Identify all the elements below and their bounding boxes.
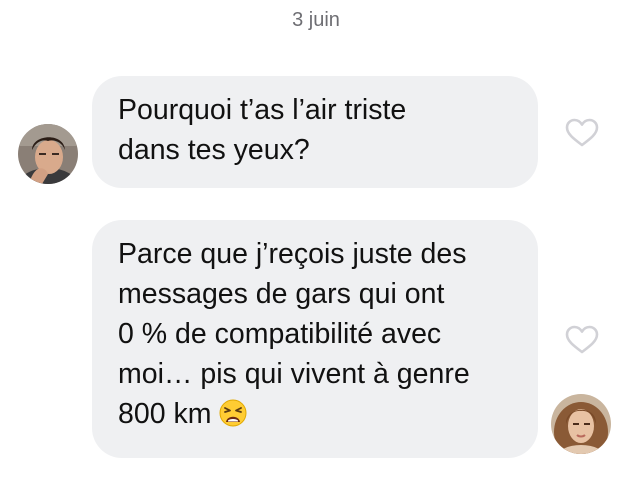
heart-outline-icon bbox=[565, 325, 599, 354]
message-line: moi… pis qui vivent à genre bbox=[118, 358, 470, 390]
message-line: Pourquoi t’as l’air triste bbox=[118, 94, 407, 126]
message-line: dans tes yeux? bbox=[118, 134, 310, 166]
message-line-last: 800 km bbox=[118, 394, 516, 438]
heart-outline-icon bbox=[565, 118, 599, 147]
like-heart-icon[interactable] bbox=[565, 118, 599, 148]
message-line-text: 800 km bbox=[118, 398, 212, 430]
message-line: 0 % de compatibilité avec bbox=[118, 318, 442, 350]
like-heart-icon[interactable] bbox=[565, 325, 599, 355]
message-line: messages de gars qui ont bbox=[118, 278, 445, 310]
date-separator: 3 juin bbox=[292, 9, 340, 31]
user-avatar[interactable] bbox=[551, 394, 611, 454]
user-avatar-photo bbox=[551, 394, 611, 454]
sender-avatar[interactable] bbox=[18, 124, 78, 184]
message-bubble-received[interactable]: Parce que j’reçois juste des messages de… bbox=[92, 220, 538, 458]
sender-avatar-photo bbox=[18, 124, 78, 184]
chat-thread: 3 juin Pourquoi t’as l’air triste dans t… bbox=[0, 0, 632, 482]
message-bubble-received[interactable]: Pourquoi t’as l’air triste dans tes yeux… bbox=[92, 76, 538, 188]
weary-face-emoji-icon bbox=[219, 398, 247, 438]
message-line: Parce que j’reçois juste des bbox=[118, 238, 467, 270]
